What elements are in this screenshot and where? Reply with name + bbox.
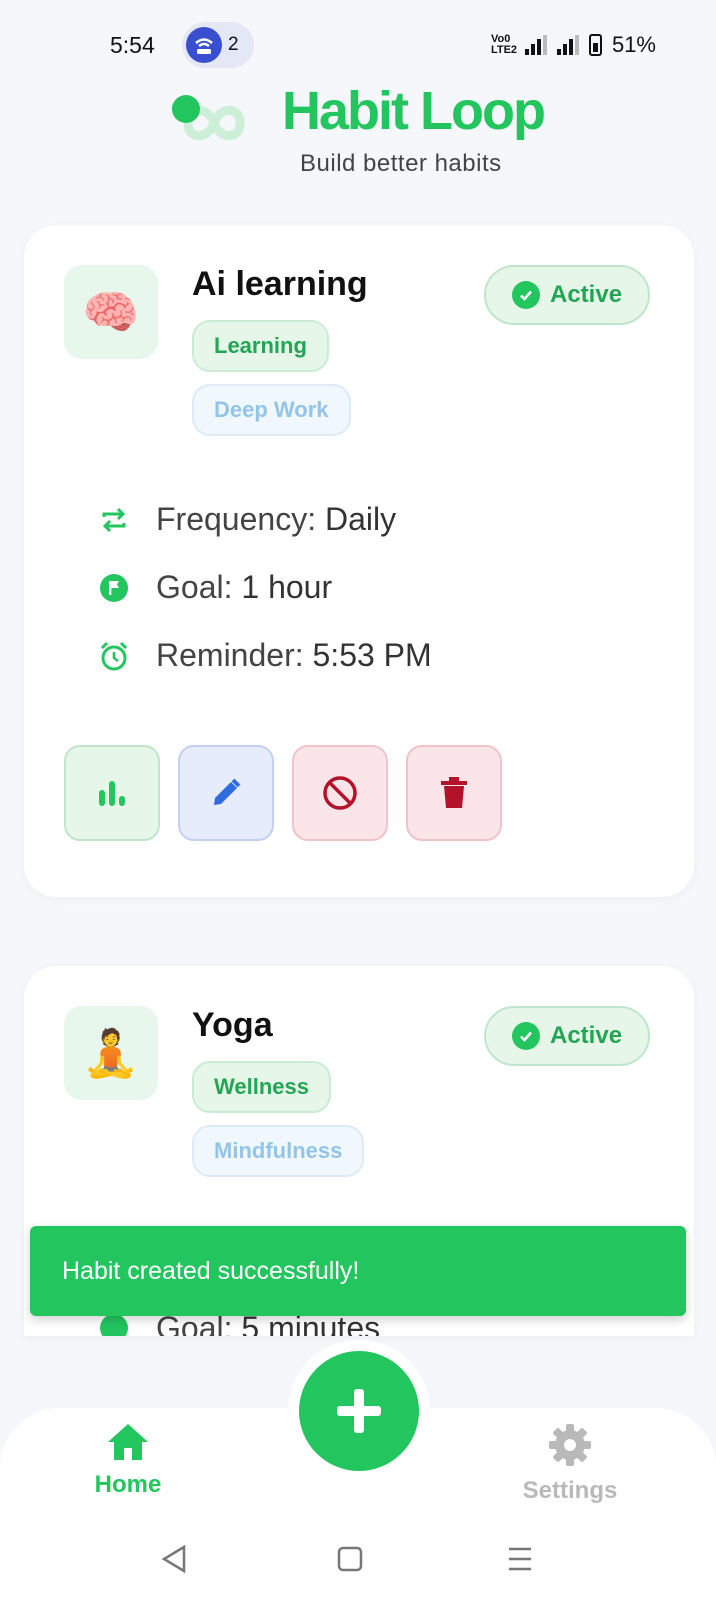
status-label: Active xyxy=(550,281,623,308)
success-toast: Habit created successfully! xyxy=(30,1226,686,1316)
pause-habit-button[interactable] xyxy=(292,745,388,841)
tag-chip: Deep Work xyxy=(192,384,351,436)
status-time: 5:54 xyxy=(110,32,155,58)
habit-emoji: 🧘 xyxy=(64,1006,158,1100)
repeat-icon xyxy=(96,502,132,538)
menu-lines-icon[interactable] xyxy=(506,1544,534,1574)
flag-icon xyxy=(96,570,132,606)
network-label: Vo0 LTE2 xyxy=(490,33,518,56)
habit-name: Ai learning xyxy=(192,265,368,303)
plus-icon xyxy=(337,1389,381,1433)
system-indicators: Vo0 LTE2 51% xyxy=(491,32,656,58)
notification-count: 2 xyxy=(228,34,239,55)
frequency-row: Frequency: Daily xyxy=(96,501,396,538)
toast-message: Habit created successfully! xyxy=(62,1256,360,1285)
frequency-label: Frequency: xyxy=(156,501,317,537)
habit-actions xyxy=(64,745,502,841)
reminder-value: 5:53 PM xyxy=(312,637,432,673)
habit-loop-logo-icon xyxy=(172,95,245,141)
bar-chart-icon xyxy=(99,781,125,806)
nav-home[interactable]: Home xyxy=(86,1422,170,1499)
goal-label: Goal: xyxy=(156,569,233,605)
gear-icon xyxy=(549,1424,591,1466)
battery-percent: 51% xyxy=(611,32,656,57)
alarm-clock-icon xyxy=(96,638,132,674)
stats-button[interactable] xyxy=(64,745,160,841)
tag-chip: Wellness xyxy=(192,1061,331,1113)
goal-value: 1 hour xyxy=(241,569,333,605)
status-label: Active xyxy=(550,1022,623,1049)
app-subtitle: Build better habits xyxy=(300,150,502,177)
nav-settings-label: Settings xyxy=(522,1477,618,1504)
reminder-row: Reminder: 5:53 PM xyxy=(96,637,432,674)
home-square-icon[interactable] xyxy=(336,1544,364,1574)
signal-icon xyxy=(524,35,547,55)
add-habit-button[interactable] xyxy=(299,1351,419,1471)
delete-button[interactable] xyxy=(406,745,502,841)
block-icon xyxy=(323,776,357,810)
tag-chip: Learning xyxy=(192,320,329,372)
check-circle-icon xyxy=(512,1022,540,1050)
battery-icon xyxy=(588,34,602,56)
app-title: Habit Loop xyxy=(282,81,546,141)
edit-button[interactable] xyxy=(178,745,274,841)
trash-icon xyxy=(441,777,467,808)
habit-emoji: 🧠 xyxy=(64,265,158,359)
nav-settings[interactable]: Settings xyxy=(512,1422,628,1505)
status-badge: Active xyxy=(484,1006,650,1066)
fab-container xyxy=(288,1340,430,1482)
habit-card[interactable]: 🧠 Ai learning Learning Deep Work Active … xyxy=(24,225,694,897)
wifi-hotspot-icon xyxy=(186,27,222,63)
signal-icon-2 xyxy=(556,35,579,55)
status-badge: Active xyxy=(484,265,650,325)
nav-home-label: Home xyxy=(94,1471,162,1498)
notification-pill[interactable]: 2 xyxy=(182,22,254,68)
pencil-icon xyxy=(214,778,241,805)
status-bar: 5:54 2 Vo0 LTE2 51% xyxy=(0,0,716,90)
back-icon[interactable] xyxy=(160,1544,188,1574)
check-circle-icon xyxy=(512,281,540,309)
habit-name: Yoga xyxy=(192,1006,273,1044)
goal-row: Goal: 1 hour xyxy=(96,569,332,606)
reminder-label: Reminder: xyxy=(156,637,304,673)
home-icon xyxy=(108,1424,148,1460)
tag-chip: Mindfulness xyxy=(192,1125,365,1177)
frequency-value: Daily xyxy=(324,501,397,537)
